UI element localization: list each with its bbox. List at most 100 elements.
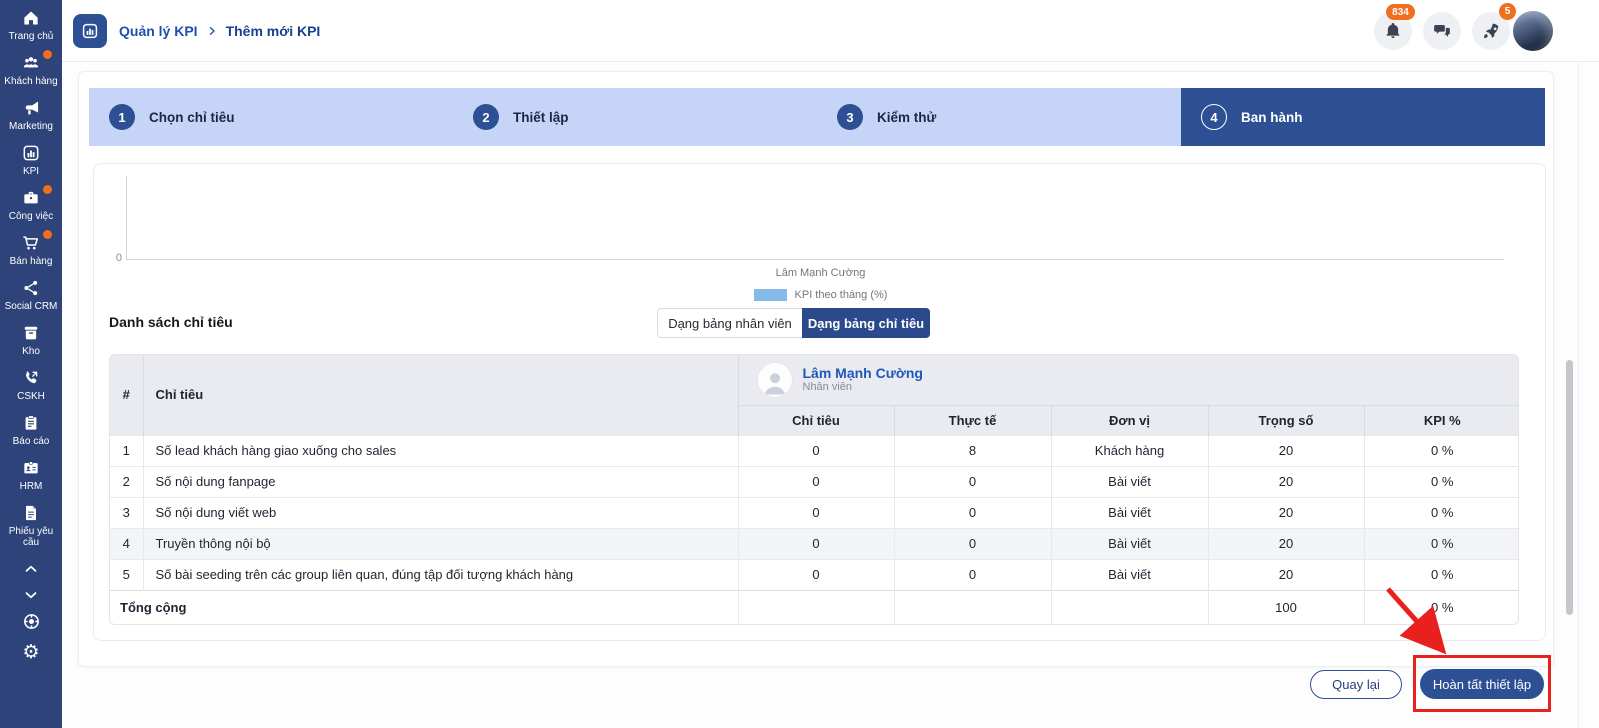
gear-icon: ⚙ [19, 642, 43, 662]
legend-swatch [754, 289, 787, 301]
col-chi-tieu: Chỉ tiêu [738, 405, 894, 435]
sidebar-settings-button[interactable]: ⚙ [0, 642, 62, 662]
sidebar-item-label: Social CRM [0, 301, 62, 312]
launcher-badge: 5 [1499, 3, 1516, 20]
sidebar-item-social-crm[interactable]: Social CRM [0, 278, 62, 312]
briefcase-icon [19, 188, 43, 208]
table-row: 4 Truyền thông nội bộ 0 0 Bài viết 20 0 … [110, 528, 1519, 559]
messages-button[interactable] [1423, 12, 1461, 50]
sidebar-item-label: Trang chủ [0, 31, 62, 42]
chart-x-axis [126, 259, 1504, 260]
breadcrumb-kpi-management[interactable]: Quản lý KPI [119, 23, 198, 39]
vertical-scrollbar-thumb[interactable] [1566, 360, 1573, 615]
page-right-divider [1578, 62, 1579, 728]
legend-label: KPI theo tháng (%) [795, 289, 888, 301]
sidebar-item-kpi[interactable]: KPI [0, 143, 62, 177]
breadcrumb: Quản lý KPI Thêm mới KPI [119, 0, 320, 62]
sidebar-item-phieu-yeu-cau[interactable]: Phiếu yêu cầu [0, 503, 62, 548]
col-don-vi: Đơn vị [1051, 405, 1208, 435]
kpi-app-icon[interactable] [73, 14, 107, 48]
step-kiem-thu[interactable]: 3 Kiểm thử [817, 88, 1181, 146]
sidebar-item-cskh[interactable]: CSKH [0, 368, 62, 402]
id-card-icon [19, 458, 43, 478]
report-clipboard-icon [19, 413, 43, 433]
col-kpi-pct: KPI % [1364, 405, 1519, 435]
chart-legend: KPI theo tháng (%) [94, 289, 1547, 301]
sidebar-support-button[interactable] [0, 611, 62, 631]
step-ban-hanh[interactable]: 4 Ban hành [1181, 88, 1545, 146]
step-chon-chi-tieu[interactable]: 1 Chọn chỉ tiêu [89, 88, 453, 146]
notification-dot [43, 185, 52, 194]
sidebar-scroll-up[interactable] [0, 559, 62, 579]
table-view-toggle: Dạng bảng nhân viên Dạng bảng chỉ tiêu [657, 308, 930, 338]
sidebar-item-ban-hang[interactable]: Bán hàng [0, 233, 62, 267]
kpi-wizard-card: 1 Chọn chỉ tiêu 2 Thiết lập 3 Kiểm thử 4… [78, 71, 1554, 667]
back-button[interactable]: Quay lại [1310, 670, 1402, 699]
table-header-row: # Chỉ tiêu Lâm Mạnh Cường [110, 355, 1519, 405]
wizard-stepper: 1 Chọn chỉ tiêu 2 Thiết lập 3 Kiểm thử 4… [89, 88, 1545, 146]
sidebar-item-trang-chu[interactable]: Trang chủ [0, 8, 62, 42]
chevron-up-icon [19, 559, 43, 579]
top-bar: Quản lý KPI Thêm mới KPI 834 5 [62, 0, 1599, 62]
sidebar-item-bao-cao[interactable]: Báo cáo [0, 413, 62, 447]
step-number: 3 [837, 104, 863, 130]
table-row: 5 Số bài seeding trên các group liên qua… [110, 559, 1519, 590]
rocket-icon [1481, 21, 1501, 41]
sidebar-item-label: CSKH [0, 391, 62, 402]
chart-y-tick: 0 [100, 252, 122, 264]
sidebar-item-label: HRM [0, 481, 62, 492]
lifebuoy-icon [19, 611, 43, 631]
home-icon [19, 8, 43, 28]
kpi-monthly-chart: 0 Lâm Mạnh Cường KPI theo tháng (%) [94, 164, 1547, 309]
cart-icon [19, 233, 43, 253]
chart-y-axis [126, 176, 127, 259]
sidebar-item-label: Công việc [0, 211, 62, 222]
step-number: 1 [109, 104, 135, 130]
main-content: 1 Chọn chỉ tiêu 2 Thiết lập 3 Kiểm thử 4… [62, 62, 1599, 728]
share-icon [19, 278, 43, 298]
document-icon [19, 503, 43, 523]
employee-view-button[interactable]: Dạng bảng nhân viên [657, 308, 802, 338]
megaphone-icon [19, 98, 43, 118]
sidebar-item-khach-hang[interactable]: Khách hàng [0, 53, 62, 87]
sidebar-item-label: Khách hàng [0, 76, 62, 87]
table-row: 2 Số nội dung fanpage 0 0 Bài viết 20 0 … [110, 466, 1519, 497]
sidebar-scroll-down[interactable] [0, 585, 62, 605]
employee-avatar [757, 362, 793, 398]
sidebar-item-label: KPI [0, 166, 62, 177]
finish-setup-button[interactable]: Hoàn tất thiết lập [1420, 669, 1544, 699]
kpi-preview-panel: 0 Lâm Mạnh Cường KPI theo tháng (%) Danh… [93, 163, 1546, 641]
step-number: 2 [473, 104, 499, 130]
step-thiet-lap[interactable]: 2 Thiết lập [453, 88, 817, 146]
chart-category-label: Lâm Mạnh Cường [94, 267, 1547, 279]
notification-dot [43, 230, 52, 239]
notifications-badge: 834 [1386, 4, 1415, 20]
sidebar-item-kho[interactable]: Kho [0, 323, 62, 357]
users-icon [19, 53, 43, 73]
sidebar-item-hrm[interactable]: HRM [0, 458, 62, 492]
list-title: Danh sách chỉ tiêu [109, 314, 233, 330]
user-avatar[interactable] [1513, 11, 1553, 51]
bar-chart-icon [19, 143, 43, 163]
sidebar-item-cong-viec[interactable]: Công việc [0, 188, 62, 222]
kpi-name-column-header: Chỉ tiêu [143, 355, 738, 435]
col-trong-so: Trọng số [1208, 405, 1364, 435]
sidebar-item-label: Báo cáo [0, 436, 62, 447]
phone-outgoing-icon [19, 368, 43, 388]
chat-bubbles-icon [1432, 21, 1452, 41]
chevron-right-icon [206, 25, 218, 37]
employee-name[interactable]: Lâm Mạnh Cường [803, 365, 923, 381]
kpi-table: # Chỉ tiêu Lâm Mạnh Cường [109, 354, 1519, 625]
notification-dot [43, 50, 52, 59]
employee-group-header: Lâm Mạnh Cường Nhân viên [738, 355, 1519, 405]
sidebar-item-label: Phiếu yêu cầu [0, 526, 62, 548]
sidebar-item-marketing[interactable]: Marketing [0, 98, 62, 132]
table-row: 1 Số lead khách hàng giao xuống cho sale… [110, 435, 1519, 466]
sidebar: Trang chủ Khách hàng Marketing KPI [0, 0, 62, 728]
sidebar-item-label: Kho [0, 346, 62, 357]
kpi-view-button[interactable]: Dạng bảng chỉ tiêu [802, 308, 930, 338]
sidebar-item-label: Bán hàng [0, 256, 62, 267]
archive-icon [19, 323, 43, 343]
step-number: 4 [1201, 104, 1227, 130]
col-thuc-te: Thực tế [894, 405, 1051, 435]
